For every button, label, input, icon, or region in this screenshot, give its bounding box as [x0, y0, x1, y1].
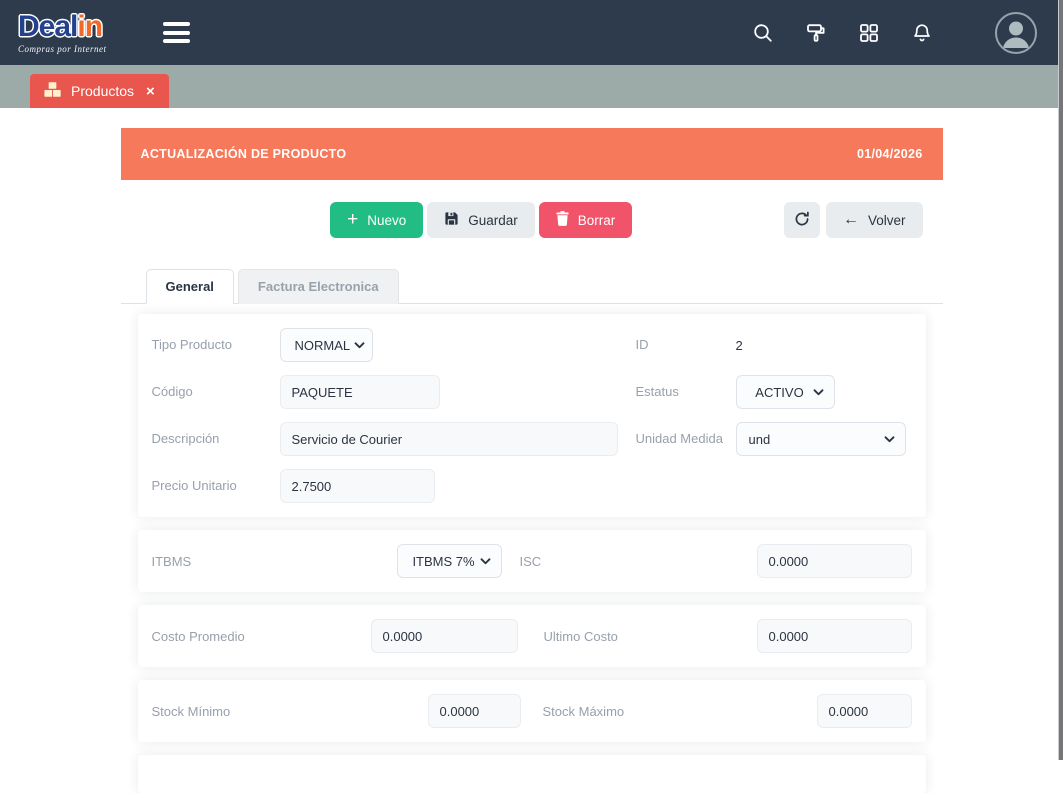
tab-general[interactable]: General — [146, 269, 234, 304]
itbms-card: ITBMS ITBMS 7% ISC — [138, 530, 926, 592]
tab-factura-electronica[interactable]: Factura Electronica — [238, 269, 399, 304]
precio-unitario-input[interactable] — [280, 469, 435, 503]
tipo-producto-row: Tipo Producto NORMAL — [152, 328, 618, 362]
top-navbar: Dealin Compras por Internet — [0, 0, 1063, 65]
arrow-left-icon: ← — [843, 212, 859, 228]
product-panel: ACTUALIZACIÓN DE PRODUCTO 01/04/2026 + N… — [121, 128, 943, 793]
logo-text-deal: Deal — [18, 12, 77, 42]
boxes-icon — [44, 81, 61, 101]
general-right-column: ID 2 Estatus ACTIVO Unidad Medida — [636, 328, 912, 503]
stock-card: Stock Mínimo Stock Máximo — [138, 680, 926, 742]
itbms-select[interactable]: ITBMS 7% — [397, 544, 502, 578]
save-floppy-icon — [444, 211, 459, 229]
unidad-medida-label: Unidad Medida — [636, 430, 736, 448]
id-value: 2 — [736, 338, 743, 353]
ultimo-costo-label: Ultimo Costo — [544, 629, 757, 644]
stock-minimo-input[interactable] — [428, 694, 521, 728]
id-row: ID 2 — [636, 328, 912, 362]
open-tabs-strip: Productos × — [0, 65, 1063, 108]
descripcion-label: Descripción — [152, 430, 280, 448]
form-cards: Tipo Producto NORMAL Código Descripción — [121, 304, 943, 793]
footer-empty-card — [138, 755, 926, 793]
precio-unitario-label: Precio Unitario — [152, 477, 280, 495]
search-icon[interactable] — [751, 21, 775, 45]
general-card: Tipo Producto NORMAL Código Descripción — [138, 314, 926, 517]
guardar-button[interactable]: Guardar — [427, 202, 535, 238]
costo-promedio-input[interactable] — [371, 619, 518, 653]
refresh-button[interactable] — [784, 202, 820, 238]
refresh-icon — [794, 211, 810, 230]
chevron-down-icon — [354, 342, 365, 349]
panel-header: ACTUALIZACIÓN DE PRODUCTO 01/04/2026 — [121, 128, 943, 180]
descripcion-input[interactable] — [280, 422, 618, 456]
logo-wordmark: Dealin — [18, 12, 107, 42]
notifications-bell-icon[interactable] — [910, 21, 934, 45]
form-tabs: General Factura Electronica — [121, 269, 943, 304]
codigo-label: Código — [152, 383, 280, 401]
chevron-down-icon — [480, 558, 491, 565]
descripcion-row: Descripción — [152, 422, 618, 456]
stock-maximo-input[interactable] — [817, 694, 912, 728]
app-logo[interactable]: Dealin Compras por Internet — [18, 12, 107, 54]
header-date: 01/04/2026 — [857, 147, 923, 161]
unidad-medida-row: Unidad Medida und — [636, 422, 912, 456]
stock-minimo-label: Stock Mínimo — [152, 704, 428, 719]
costos-card: Costo Promedio Ultimo Costo — [138, 605, 926, 667]
unidad-medida-select[interactable]: und — [736, 422, 906, 456]
precio-unitario-row: Precio Unitario — [152, 469, 618, 503]
ultimo-costo-input[interactable] — [757, 619, 912, 653]
tab-productos-label: Productos — [71, 83, 134, 99]
codigo-input[interactable] — [280, 375, 440, 409]
chevron-down-icon — [813, 389, 824, 396]
borrar-button[interactable]: Borrar — [539, 202, 633, 238]
logo-tagline: Compras por Internet — [18, 45, 107, 54]
tipo-producto-select[interactable]: NORMAL — [280, 328, 373, 362]
chevron-down-icon — [884, 436, 895, 443]
estatus-label: Estatus — [636, 383, 736, 401]
stock-maximo-label: Stock Máximo — [543, 704, 817, 719]
plus-icon: + — [347, 210, 358, 229]
id-label: ID — [636, 336, 736, 354]
isc-input[interactable] — [757, 544, 912, 578]
itbms-label: ITBMS — [152, 554, 397, 569]
codigo-row: Código — [152, 375, 618, 409]
tab-productos[interactable]: Productos × — [30, 74, 169, 108]
apps-grid-icon[interactable] — [857, 21, 881, 45]
main-content: ACTUALIZACIÓN DE PRODUCTO 01/04/2026 + N… — [0, 108, 1063, 793]
isc-label: ISC — [520, 554, 757, 569]
window-scrollbar[interactable] — [1058, 0, 1063, 760]
estatus-select[interactable]: ACTIVO — [736, 375, 835, 409]
menu-hamburger-icon[interactable] — [159, 14, 194, 52]
toolbar: + Nuevo Guardar — [121, 180, 943, 263]
navbar-actions — [751, 12, 1037, 54]
nuevo-button[interactable]: + Nuevo — [330, 202, 423, 238]
volver-button[interactable]: ← Volver — [826, 202, 923, 238]
user-avatar[interactable] — [995, 12, 1037, 54]
tipo-producto-label: Tipo Producto — [152, 336, 280, 354]
logo-text-in: in — [77, 12, 102, 42]
trash-icon — [556, 211, 569, 229]
close-icon[interactable]: × — [146, 83, 155, 100]
general-left-column: Tipo Producto NORMAL Código Descripción — [152, 328, 618, 503]
page-title: ACTUALIZACIÓN DE PRODUCTO — [141, 147, 347, 161]
estatus-row: Estatus ACTIVO — [636, 375, 912, 409]
paint-roller-icon[interactable] — [804, 21, 828, 45]
costo-promedio-label: Costo Promedio — [152, 629, 371, 644]
